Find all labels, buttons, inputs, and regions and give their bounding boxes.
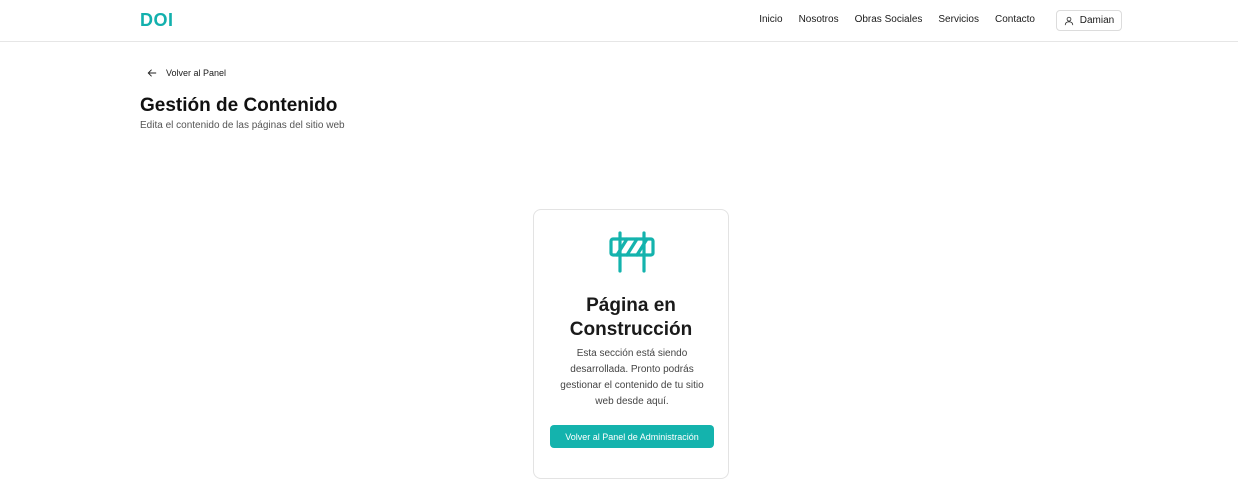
back-link-label: Volver al Panel (166, 68, 227, 78)
user-icon (1064, 16, 1073, 25)
page-subtitle: Edita el contenido de las páginas del si… (140, 120, 345, 131)
nav-item-servicios[interactable]: Servicios (938, 14, 979, 25)
card-title: Página en Construcción (534, 294, 728, 342)
main-nav: Inicio Nosotros Obras Sociales Servicios… (759, 14, 1035, 25)
back-to-panel-link[interactable]: Volver al Panel (147, 68, 226, 78)
top-header: DOI Inicio Nosotros Obras Sociales Servi… (0, 0, 1238, 42)
nav-item-contacto[interactable]: Contacto (995, 14, 1035, 25)
logo[interactable]: DOI (140, 10, 174, 31)
user-name: Damian (1079, 15, 1115, 26)
nav-item-inicio[interactable]: Inicio (759, 14, 782, 25)
nav-item-obras-sociales[interactable]: Obras Sociales (855, 14, 923, 25)
nav-item-nosotros[interactable]: Nosotros (799, 14, 839, 25)
page-title: Gestión de Contenido (140, 95, 338, 116)
card-title-line1: Página en (586, 295, 676, 316)
under-construction-card: Página en Construcción Esta sección está… (533, 209, 729, 479)
card-description: Esta sección está siendo desarrollada. P… (560, 348, 704, 407)
back-to-admin-panel-button[interactable]: Volver al Panel de Administración (550, 425, 714, 448)
card-title-line2: Construcción (569, 319, 693, 340)
arrow-left-icon (147, 69, 157, 77)
construction-barrier-icon (609, 231, 655, 273)
user-menu-button[interactable]: Damian (1056, 10, 1122, 31)
